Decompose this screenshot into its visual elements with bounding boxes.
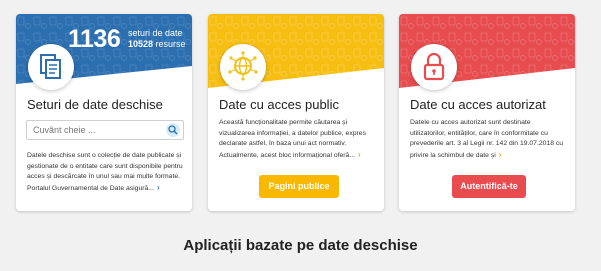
section-heading: Aplicații bazate pe date deschise	[183, 237, 418, 254]
public-data-card: Date cu acces public Această funcționali…	[208, 14, 384, 211]
lock-icon	[411, 44, 457, 90]
open-data-title: Seturi de date deschise	[27, 97, 163, 112]
authorized-data-description-text: Datele cu acces autorizat sunt destinate…	[410, 119, 564, 159]
resource-count-line: 10528 resurse	[128, 39, 186, 49]
search-input[interactable]	[27, 121, 161, 139]
dataset-count-label: seturi de date	[128, 28, 183, 38]
authorized-data-more-link[interactable]: ›	[499, 150, 502, 159]
open-data-description: Datele deschise sunt o colecție de date …	[27, 151, 183, 194]
public-data-more-link[interactable]: ›	[358, 150, 361, 159]
authorized-data-description: Datele cu acces autorizat sunt destinate…	[410, 118, 566, 161]
public-data-description: Această funcționalitate permite căutarea…	[219, 118, 375, 161]
keyword-search	[26, 120, 184, 140]
resource-count: 10528	[128, 39, 154, 49]
login-button[interactable]: Autentifică-te	[452, 175, 526, 198]
open-data-card: 1136 seturi de date 10528 resurse Seturi…	[16, 14, 192, 211]
resource-count-label: resurse	[155, 39, 186, 49]
globe-network-icon	[220, 44, 266, 90]
public-pages-button[interactable]: Pagini publice	[259, 175, 339, 198]
authorized-data-card: Date cu acces autorizat Datele cu acces …	[399, 14, 575, 211]
search-icon[interactable]	[166, 123, 180, 137]
dataset-count: 1136	[68, 25, 121, 53]
public-data-description-text: Această funcționalitate permite căutarea…	[219, 119, 366, 159]
authorized-data-title: Date cu acces autorizat	[410, 97, 546, 112]
open-data-more-link[interactable]: ›	[157, 183, 160, 192]
public-data-title: Date cu acces public	[219, 97, 339, 112]
